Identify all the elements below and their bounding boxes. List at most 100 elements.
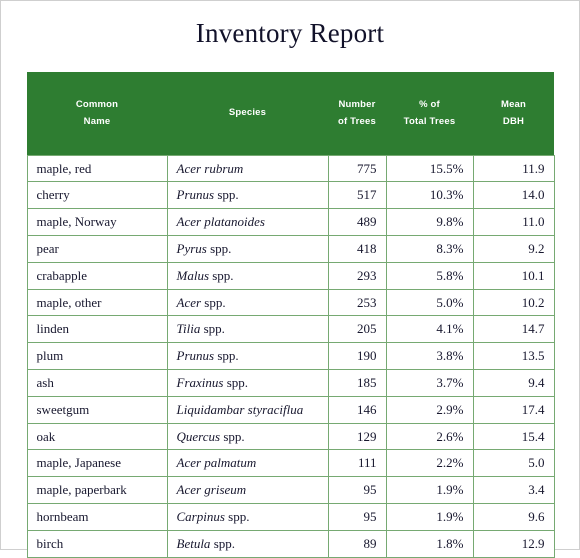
cell-pct-total-trees: 1.8% — [385, 529, 474, 558]
species-genus: Quercus — [176, 428, 221, 444]
column-header-line: Common — [75, 98, 119, 110]
cell-pct-total-trees: 3.8% — [385, 342, 474, 371]
table-row: maple, red Acer rubrum 775 15.5% 11.9 — [26, 154, 555, 183]
cell-common-name: maple, other — [26, 288, 168, 317]
cell-number-of-trees: 190 — [327, 342, 387, 371]
cell-pct-total-trees: 8.3% — [385, 235, 474, 263]
cell-common-name: plum — [26, 342, 168, 371]
table-row: birch Betula spp. 89 1.8% 12.9 — [26, 529, 555, 558]
cell-species: Quercus spp. — [166, 422, 329, 451]
cell-mean-dbh: 10.2 — [472, 288, 555, 317]
species-genus: Malus — [176, 267, 210, 283]
cell-common-name: birch — [26, 529, 168, 558]
cell-mean-dbh: 3.4 — [472, 476, 555, 505]
species-binomial: Acer rubrum — [176, 160, 244, 176]
cell-species: Acer palmatum — [166, 449, 329, 478]
column-header-line: DBH — [502, 116, 525, 128]
column-header-line: Number — [338, 98, 376, 110]
cell-common-name: crabapple — [26, 261, 168, 290]
column-header-line: Name — [83, 116, 111, 128]
cell-common-name: maple, red — [26, 154, 168, 183]
table-row: maple, Norway Acer platanoides 489 9.8% 11.0 — [26, 208, 555, 237]
cell-number-of-trees: 95 — [327, 503, 387, 531]
species-qualifier: spp. — [223, 374, 249, 390]
cell-mean-dbh: 11.0 — [472, 208, 555, 237]
table-row: sweetgum Liquidambar styraciflua 146 2.9% 17… — [26, 395, 555, 424]
table-row: pear Pyrus spp. 418 8.3% 9.2 — [26, 235, 555, 263]
cell-species: Prunus spp. — [166, 342, 329, 371]
cell-common-name: maple, paperbark — [26, 476, 168, 505]
species-genus: Tilia — [176, 321, 201, 337]
cell-pct-total-trees: 9.8% — [385, 208, 474, 237]
table-row: linden Tilia spp. 205 4.1% 14.7 — [26, 315, 555, 344]
cell-species: Pyrus spp. — [166, 235, 329, 263]
column-header-line: Mean — [500, 98, 527, 110]
cell-mean-dbh: 5.0 — [472, 449, 555, 478]
cell-mean-dbh: 13.5 — [472, 342, 555, 371]
inventory-table: Common Name Species Number of Trees % of… — [26, 71, 555, 558]
cell-mean-dbh: 14.7 — [472, 315, 555, 344]
species-genus: Prunus — [176, 187, 215, 203]
cell-species: Malus spp. — [166, 261, 329, 290]
cell-mean-dbh: 14.0 — [472, 181, 555, 210]
table-row: cherry Prunus spp. 517 10.3% 14.0 — [26, 181, 555, 210]
cell-number-of-trees: 517 — [327, 181, 387, 210]
cell-species: Acer rubrum — [166, 154, 329, 183]
cell-mean-dbh: 10.1 — [472, 261, 555, 290]
cell-species: Acer griseum — [166, 476, 329, 505]
cell-mean-dbh: 15.4 — [472, 422, 555, 451]
column-header-species: Species — [167, 71, 328, 156]
column-header-line: Total Trees — [403, 116, 456, 128]
cell-common-name: linden — [26, 315, 168, 344]
species-binomial: Liquidambar styraciflua — [176, 401, 304, 417]
cell-species: Acer platanoides — [166, 208, 329, 237]
species-qualifier: spp. — [200, 321, 225, 337]
species-genus: Fraxinus — [176, 374, 224, 390]
cell-number-of-trees: 253 — [327, 288, 387, 317]
cell-number-of-trees: 95 — [327, 476, 387, 505]
cell-species: Liquidambar styraciflua — [166, 395, 329, 424]
cell-mean-dbh: 9.2 — [472, 235, 555, 263]
table-body: maple, red Acer rubrum 775 15.5% 11.9 cherry P… — [26, 154, 555, 558]
species-qualifier: spp. — [224, 508, 250, 524]
column-header-line: Species — [228, 107, 267, 119]
column-header-mean-dbh: Mean DBH — [473, 71, 554, 156]
cell-mean-dbh: 9.6 — [472, 503, 555, 531]
column-header-line: of Trees — [337, 116, 377, 128]
table-header-row: Common Name Species Number of Trees % of… — [27, 71, 554, 156]
cell-common-name: sweetgum — [26, 395, 168, 424]
cell-pct-total-trees: 10.3% — [385, 181, 474, 210]
cell-number-of-trees: 293 — [327, 261, 387, 290]
species-binomial: Acer platanoides — [176, 214, 265, 230]
cell-common-name: maple, Norway — [26, 208, 168, 237]
cell-pct-total-trees: 4.1% — [385, 315, 474, 344]
column-header-line: % of — [419, 98, 440, 110]
cell-pct-total-trees: 1.9% — [385, 476, 474, 505]
species-qualifier: spp. — [214, 348, 239, 364]
cell-common-name: maple, Japanese — [26, 449, 168, 478]
species-binomial: Acer palmatum — [176, 455, 257, 471]
column-header-common-name: Common Name — [27, 71, 167, 156]
species-qualifier: spp. — [210, 535, 235, 551]
report-page: Inventory Report Common Name Species Num… — [0, 0, 580, 558]
table-row: maple, Japanese Acer palmatum 111 2.2% 5.0 — [26, 449, 555, 478]
cell-pct-total-trees: 3.7% — [385, 369, 474, 397]
species-genus: Pyrus — [176, 240, 207, 256]
cell-common-name: oak — [26, 422, 168, 451]
cell-number-of-trees: 205 — [327, 315, 387, 344]
cell-common-name: pear — [26, 235, 168, 263]
cell-pct-total-trees: 5.8% — [385, 261, 474, 290]
cell-mean-dbh: 17.4 — [472, 395, 555, 424]
species-qualifier: spp. — [206, 240, 232, 256]
species-qualifier: spp. — [209, 267, 234, 283]
table-row: maple, paperbark Acer griseum 95 1.9% 3.4 — [26, 476, 555, 505]
table-row: ash Fraxinus spp. 185 3.7% 9.4 — [26, 369, 555, 397]
cell-pct-total-trees: 15.5% — [385, 154, 474, 183]
column-header-number-of-trees: Number of Trees — [328, 71, 386, 156]
cell-common-name: cherry — [26, 181, 168, 210]
species-binomial: Acer griseum — [176, 482, 247, 498]
table-row: hornbeam Carpinus spp. 95 1.9% 9.6 — [26, 503, 555, 531]
species-genus: Betula — [176, 535, 211, 551]
cell-species: Carpinus spp. — [166, 503, 329, 531]
cell-mean-dbh: 12.9 — [472, 529, 555, 558]
